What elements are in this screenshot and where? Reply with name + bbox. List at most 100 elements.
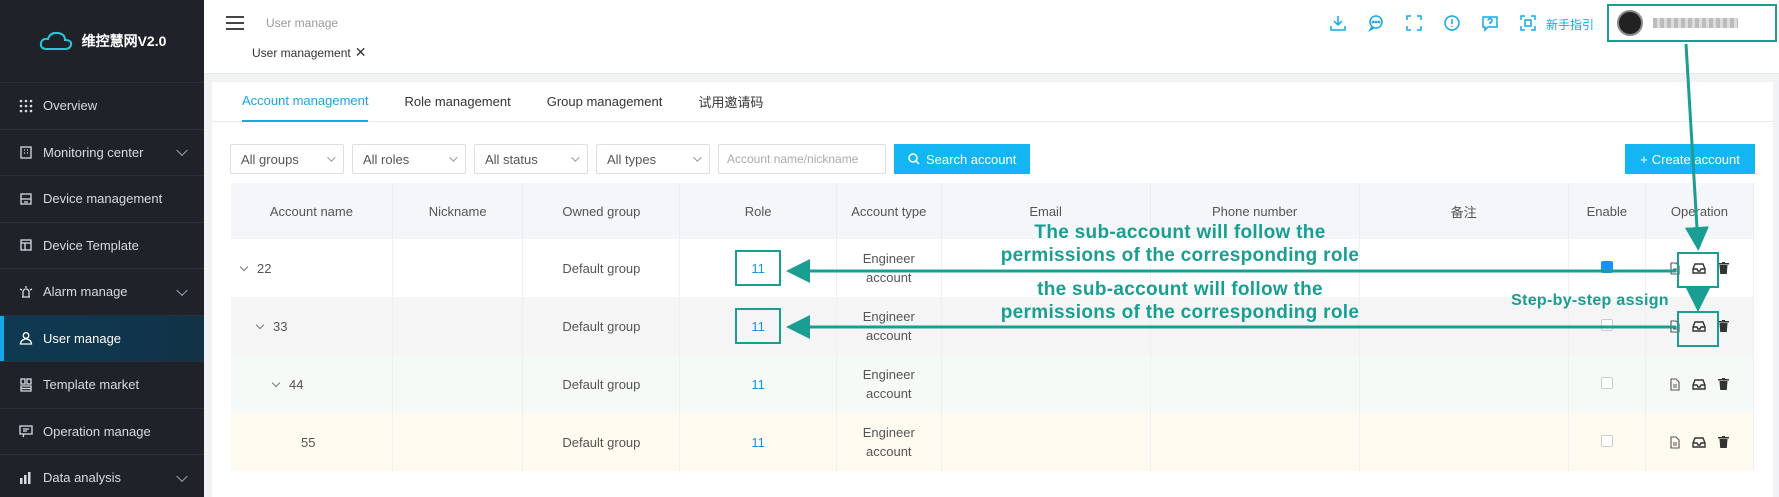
create-account-button[interactable]: + Create account: [1625, 144, 1755, 174]
assign-icon[interactable]: [1692, 435, 1707, 449]
tab-trial-invitation-code[interactable]: 试用邀请码: [698, 82, 763, 122]
types-select[interactable]: All types: [596, 144, 710, 174]
chevron-down-icon[interactable]: [176, 470, 188, 482]
owned-group-cell: Default group: [522, 239, 681, 297]
table-row: 44 Default group 11 Engineer account: [231, 355, 1755, 413]
enable-checkbox[interactable]: [1600, 318, 1613, 331]
column-header: Owned group: [522, 183, 681, 239]
enable-checkbox[interactable]: [1600, 260, 1613, 273]
status-select[interactable]: All status: [474, 144, 588, 174]
annotation-note-2: the sub-account will follow the permissi…: [960, 278, 1400, 324]
search-account-label: Search account: [926, 151, 1017, 167]
tab-group-management[interactable]: Group management: [547, 82, 663, 122]
sidebar-item-alarm-manage[interactable]: Alarm manage: [0, 268, 204, 315]
enable-checkbox[interactable]: [1600, 376, 1613, 389]
sidebar-item-operation-manage[interactable]: Operation manage: [0, 407, 204, 455]
role-cell: 11: [679, 413, 838, 471]
account-name-cell: 55: [231, 413, 393, 471]
chevron-down-icon[interactable]: [176, 144, 188, 157]
annotation-note-1: The sub-account will follow the permissi…: [960, 221, 1400, 267]
email-cell: [941, 413, 1151, 471]
sidebar-item-device-template[interactable]: Device Template: [0, 221, 204, 269]
roles-select-value: All roles: [363, 151, 410, 167]
role-link[interactable]: 11: [751, 377, 765, 392]
avatar: [1617, 10, 1643, 36]
sidebar-item-monitoring-center[interactable]: Monitoring center: [0, 128, 204, 176]
open-tab-user-management[interactable]: User management ✕: [252, 44, 366, 61]
close-icon[interactable]: ✕: [355, 44, 367, 61]
user-icon: [18, 330, 34, 346]
search-account-button[interactable]: Search account: [894, 144, 1031, 174]
delete-icon[interactable]: [1716, 377, 1730, 391]
tab-role-management[interactable]: Role management: [404, 82, 510, 122]
owned-group-cell: Default group: [522, 413, 681, 471]
expand-caret-icon[interactable]: [239, 262, 249, 271]
enable-cell: [1568, 355, 1646, 413]
sidebar-item-device-management[interactable]: Device management: [0, 175, 204, 222]
table-row: 55 Default group 11 Engineer account: [231, 413, 1755, 471]
enable-checkbox[interactable]: [1600, 434, 1613, 447]
menu-toggle-icon[interactable]: [226, 16, 244, 30]
detail-icon[interactable]: [1668, 377, 1682, 391]
operation-icon: [18, 423, 34, 439]
account-type-cell: Engineer account: [836, 355, 942, 413]
help-icon[interactable]: [1479, 12, 1501, 34]
sidebar-item-label: Data analysis: [43, 470, 122, 486]
sidebar-item-overview[interactable]: Overview: [0, 82, 204, 129]
roles-select[interactable]: All roles: [352, 144, 466, 174]
remark-cell: [1359, 355, 1569, 413]
fullscreen-icon[interactable]: [1403, 12, 1425, 34]
column-header: Role: [679, 183, 838, 239]
account-search-input[interactable]: [718, 144, 886, 174]
message-icon[interactable]: [1365, 12, 1387, 34]
create-account-label: Create account: [1651, 151, 1740, 167]
alarm-icon: [18, 284, 34, 300]
sidebar-item-label: Template market: [43, 377, 140, 393]
account-type: Engineer account: [862, 251, 915, 285]
sidebar-item-data-analysis[interactable]: Data analysis: [0, 454, 204, 497]
tab-bar: Account management Role management Group…: [212, 82, 1773, 122]
sidebar-item-label: Overview: [43, 98, 98, 114]
account-name: 22: [257, 260, 272, 276]
chevron-down-icon[interactable]: [176, 284, 188, 296]
assign-highlight-box-row2: [1677, 311, 1719, 347]
download-icon[interactable]: [1327, 12, 1349, 34]
delete-icon[interactable]: [1716, 435, 1730, 449]
expand-caret-icon[interactable]: [271, 378, 281, 387]
assign-icon[interactable]: [1692, 377, 1707, 391]
annotation-step-assign: Step-by-step assign: [1511, 292, 1669, 309]
expand-caret-icon[interactable]: [255, 320, 265, 329]
sidebar-item-label: Device Template: [43, 237, 139, 253]
column-header: Operation: [1645, 183, 1755, 239]
account-name-cell: 44: [231, 355, 393, 413]
groups-select[interactable]: All groups: [230, 144, 344, 174]
types-select-value: All types: [607, 151, 657, 167]
detail-icon[interactable]: [1668, 435, 1682, 449]
enable-cell: [1568, 413, 1646, 471]
account-name: 55: [301, 434, 316, 450]
info-icon[interactable]: [1441, 12, 1463, 34]
sidebar-item-label: User manage: [43, 330, 122, 346]
tab-account-management[interactable]: Account management: [242, 82, 369, 122]
annotation-note-1-line2: permissions of the corresponding role: [1000, 245, 1360, 266]
sidebar-item-user-manage[interactable]: User manage: [0, 314, 204, 361]
beginner-guide-link[interactable]: 新手指引: [1546, 16, 1594, 33]
nickname-cell: [392, 413, 524, 471]
breadcrumb[interactable]: User manage: [266, 16, 338, 30]
annotation-note-2-line1: the sub-account will follow the: [1037, 279, 1323, 300]
nickname-cell: [392, 239, 524, 297]
owned-group-cell: Default group: [522, 297, 681, 355]
sidebar-item-template-market[interactable]: Template market: [0, 361, 204, 408]
account-type-cell: Engineer account: [836, 239, 942, 297]
user-menu[interactable]: [1607, 4, 1777, 42]
role-cell: 11: [679, 355, 838, 413]
scan-icon[interactable]: [1517, 12, 1539, 34]
role-link[interactable]: 11: [751, 435, 765, 450]
owned-group-cell: Default group: [522, 355, 681, 413]
device-icon: [18, 191, 34, 207]
chevron-down-icon: [449, 153, 458, 162]
column-header: Account name: [231, 183, 393, 239]
account-type: Engineer account: [862, 425, 915, 459]
sidebar: 维控慧网V2.0 Overview Monitoring center Device…: [0, 0, 204, 497]
account-name-cell: 33: [231, 297, 393, 355]
